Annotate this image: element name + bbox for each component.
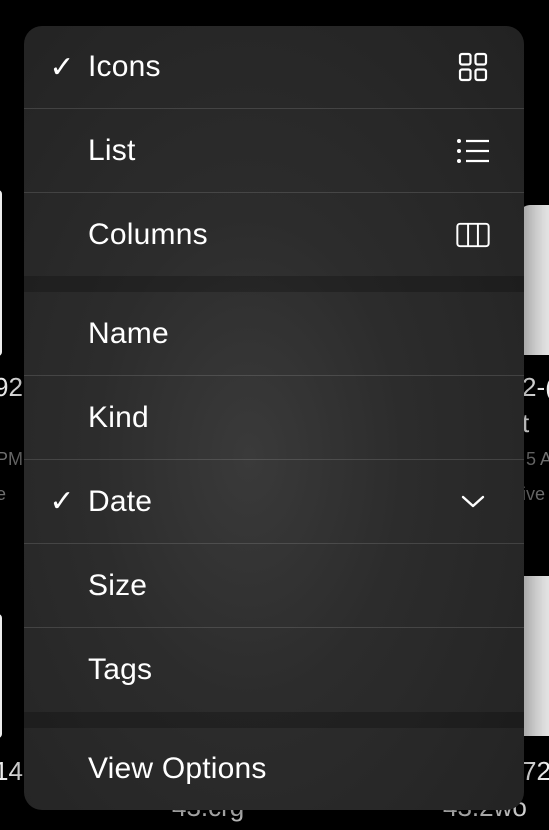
- menu-group-separator: [24, 712, 524, 728]
- menu-item-label: Tags: [88, 653, 153, 686]
- menu-item-label: Icons: [88, 50, 161, 83]
- menu-item-icons[interactable]: ✓ Icons: [24, 26, 524, 109]
- file-thumbnail[interactable]: [0, 614, 2, 738]
- checkmark-icon: ✓: [49, 50, 75, 84]
- checkmark-icon: ✓: [49, 485, 75, 518]
- file-name-fragment: 72: [522, 756, 549, 786]
- file-name-fragment: 92: [0, 372, 23, 402]
- file-kind-fragment: ive: [522, 484, 546, 504]
- grid-icon: [456, 50, 490, 84]
- file-date-fragment: 5 A: [526, 449, 549, 469]
- menu-item-name[interactable]: Name: [24, 292, 524, 376]
- file-thumbnail[interactable]: [520, 576, 549, 736]
- file-thumbnail[interactable]: [520, 205, 549, 355]
- menu-item-columns[interactable]: Columns: [24, 193, 524, 276]
- file-kind-fragment: e: [0, 484, 7, 504]
- menu-item-view-options[interactable]: View Options: [24, 728, 524, 810]
- menu-item-label: Kind: [88, 400, 149, 434]
- file-thumbnail[interactable]: [0, 190, 2, 356]
- menu-item-size[interactable]: Size: [24, 544, 524, 628]
- file-date-fragment: PM: [0, 449, 23, 469]
- menu-item-tags[interactable]: Tags: [24, 628, 524, 712]
- file-name-fragment: 14: [0, 756, 23, 786]
- menu-item-label: View Options: [88, 752, 267, 785]
- columns-icon: [456, 218, 490, 252]
- view-sort-menu: ✓ Icons List Columns Name Kind ✓ Date Si…: [24, 26, 524, 810]
- menu-item-date[interactable]: ✓ Date: [24, 460, 524, 544]
- menu-item-kind[interactable]: Kind: [24, 376, 524, 460]
- menu-item-label: Name: [88, 316, 169, 350]
- menu-item-label: Date: [88, 484, 153, 518]
- file-name-fragment: 2-(: [522, 372, 549, 402]
- menu-group-separator: [24, 276, 524, 292]
- menu-item-label: Columns: [88, 217, 208, 251]
- menu-item-list[interactable]: List: [24, 109, 524, 193]
- menu-item-label: Size: [88, 568, 148, 602]
- list-icon: [456, 134, 490, 168]
- chevron-down-icon[interactable]: [456, 485, 490, 519]
- menu-item-label: List: [88, 133, 136, 167]
